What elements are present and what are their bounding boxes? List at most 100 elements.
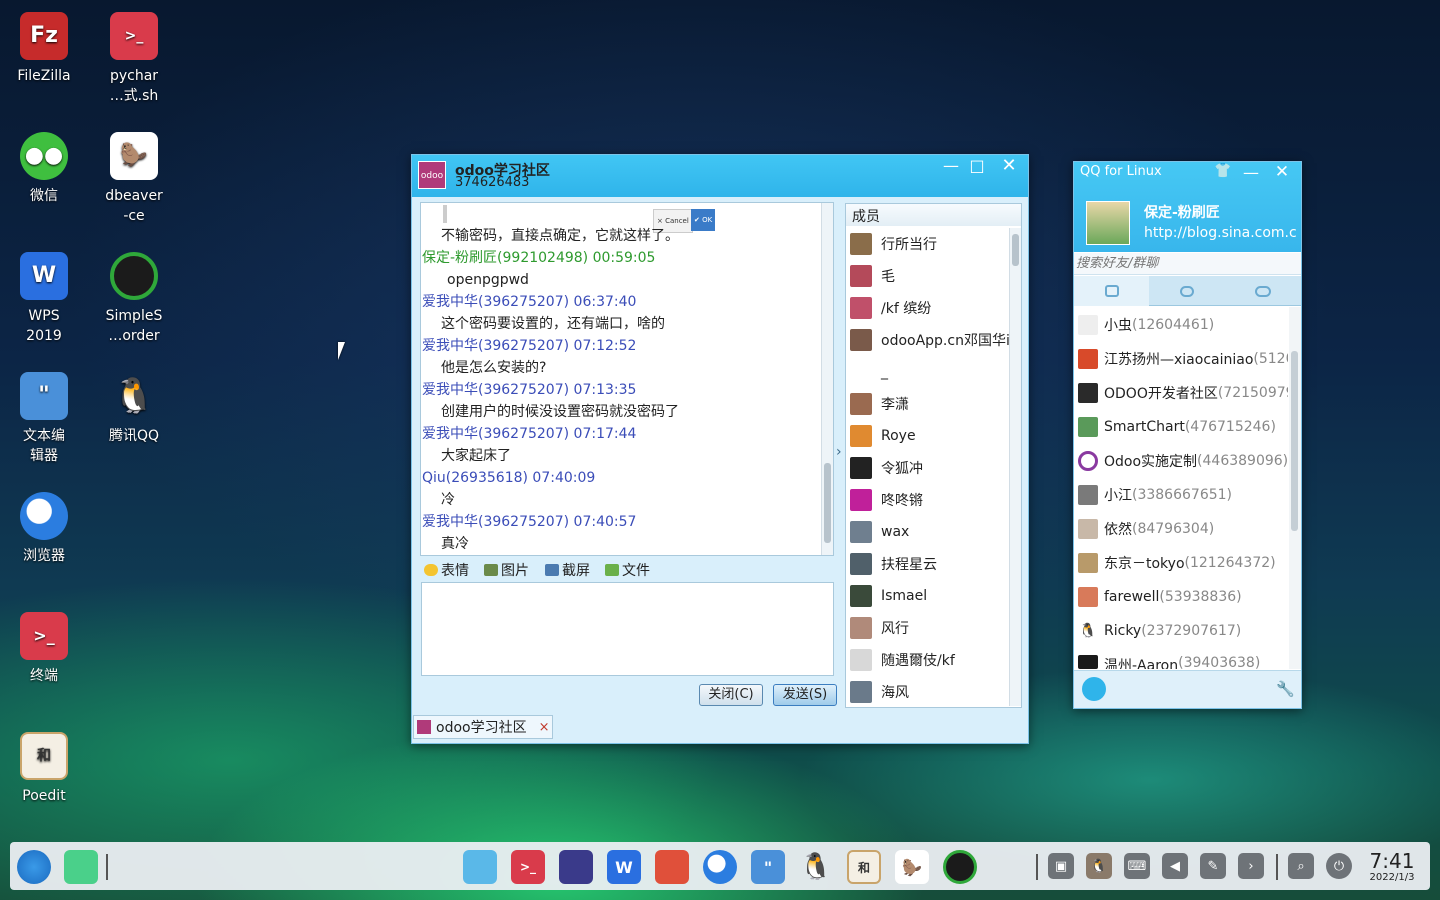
clock-date[interactable]: 2022/1/3 (1366, 872, 1418, 883)
qq-minimize-button[interactable]: — (1240, 163, 1262, 182)
search-icon[interactable]: ⌕ (1288, 853, 1314, 879)
member-item[interactable]: 海风 (850, 677, 1010, 707)
desktop-icon-simplescreenrecorder[interactable]: SimpleS …order (92, 252, 176, 346)
poedit-icon[interactable]: 和 (847, 850, 881, 884)
expand-tray-icon[interactable]: › (1238, 853, 1264, 879)
start-menu-button[interactable] (17, 850, 51, 884)
member-list-scrollbar[interactable] (1009, 228, 1021, 706)
screenshot-button[interactable]: 截屏 (545, 560, 590, 580)
tab-groups[interactable] (1149, 276, 1224, 306)
friend-item[interactable]: 🐧 Ricky (2372907617) (1078, 615, 1288, 647)
keyboard-tray-icon[interactable]: ⌨ (1124, 853, 1150, 879)
friend-item[interactable]: 江苏扬州—xiaocainiao(51201 (1078, 343, 1288, 375)
friend-item[interactable]: 东京－tokyo (121264372) (1078, 547, 1288, 579)
member-item[interactable]: /kf 缤纷 (850, 293, 1010, 323)
desktop-icon-poedit[interactable]: 和 Poedit (2, 732, 86, 806)
friend-item[interactable]: ODOO开发者社区(721509792 (1078, 377, 1288, 409)
image-button[interactable]: 图片 (484, 560, 529, 580)
browser-icon[interactable] (703, 850, 737, 884)
file-manager-icon[interactable] (463, 850, 497, 884)
clock-time[interactable]: 7:41 (1366, 849, 1418, 873)
member-item[interactable]: 咚咚锵 (850, 485, 1010, 515)
member-item[interactable]: Roye (850, 421, 1010, 451)
smiley-icon (424, 564, 438, 576)
close-chat-button[interactable]: 关闭(C) (699, 684, 763, 706)
message-header: 爱我中华(396275207) 06:37:40 (422, 294, 637, 310)
text-editor-icon: " (20, 372, 68, 420)
member-item[interactable]: 行所当行 (850, 229, 1010, 259)
maximize-button[interactable]: □ (966, 156, 988, 175)
close-window-button[interactable]: ✕ (998, 155, 1020, 176)
qq-penguin-icon[interactable]: 🐧 (799, 850, 833, 884)
terminal-icon[interactable]: >_ (511, 850, 545, 884)
desktop-icon-browser[interactable]: 浏览器 (2, 492, 86, 566)
desktop-icon-qq[interactable]: 🐧 腾讯QQ (92, 372, 176, 446)
friend-item[interactable]: Odoo实施定制 (446389096) (1078, 445, 1288, 477)
friend-item[interactable]: 小江 (3386667651) (1078, 479, 1288, 511)
user-avatar[interactable] (1086, 201, 1130, 245)
chat-tab[interactable]: odoo学习社区 × (413, 715, 553, 739)
tab-contacts[interactable] (1074, 276, 1149, 306)
tab-close-button[interactable]: × (539, 720, 550, 735)
desktop-icon-wechat[interactable]: ●● 微信 (2, 132, 86, 206)
collapse-members-arrow[interactable]: › (836, 444, 842, 460)
member-item[interactable]: 令狐冲 (850, 453, 1010, 483)
desktop-icon-pycharm-script[interactable]: >_ pychar …式.sh (92, 12, 176, 106)
chat-message-log[interactable]: × Cancel ✔ OK 不输密码，直接点确定，它就这样了。 保定-粉刷匠(9… (420, 202, 834, 556)
member-item[interactable]: 风行 (850, 613, 1010, 643)
user-nickname: 保定-粉刷匠 (1144, 205, 1220, 221)
show-desktop-button[interactable] (64, 850, 98, 884)
send-button[interactable]: 发送(S) (773, 684, 837, 706)
member-item[interactable]: wax (850, 517, 1010, 547)
friend-search-input[interactable] (1074, 253, 1301, 275)
settings-wrench-icon[interactable]: 🔧 (1276, 680, 1295, 698)
member-item[interactable]: Ismael (850, 581, 1010, 611)
text-editor-icon[interactable]: " (751, 850, 785, 884)
emoji-button[interactable]: 表情 (424, 560, 469, 580)
pen-tray-icon[interactable]: ✎ (1200, 853, 1226, 879)
dbeaver-icon[interactable]: 🦫 (895, 850, 929, 884)
desktop-icon-label: 浏览器 (23, 548, 65, 564)
desktop-icon-text-editor[interactable]: " 文本编 辑器 (2, 372, 86, 466)
power-icon[interactable]: ⏻ (1326, 853, 1352, 879)
screen-recorder-icon[interactable] (943, 850, 977, 884)
friend-item[interactable]: SmartChart (476715246) (1078, 411, 1288, 443)
desktop-icon-filezilla[interactable]: Fz FileZilla (2, 12, 86, 86)
friend-item[interactable]: 小虫 (12604461) (1078, 309, 1288, 341)
file-button[interactable]: 文件 (605, 560, 650, 580)
qq-close-button[interactable]: ✕ (1271, 162, 1293, 182)
camera-tray-icon[interactable]: ▣ (1048, 853, 1074, 879)
video-recorder-icon[interactable] (655, 850, 689, 884)
member-item[interactable]: odooApp.cn邓国华i (850, 325, 1010, 355)
member-item[interactable]: _ (850, 357, 1010, 387)
member-avatar (850, 617, 872, 639)
qq-tray-icon[interactable]: 🐧 (1086, 853, 1112, 879)
friend-item[interactable]: 依然 (84796304) (1078, 513, 1288, 545)
friend-list-scrollbar[interactable] (1289, 307, 1301, 669)
member-item[interactable]: 李潇 (850, 389, 1010, 419)
volume-tray-icon[interactable]: ◀ (1162, 853, 1188, 879)
minimize-button[interactable]: — (940, 156, 962, 175)
main-menu-button[interactable] (1082, 677, 1106, 701)
desktop-icon-wps[interactable]: W WPS 2019 (2, 252, 86, 346)
taskbar-divider (106, 854, 108, 880)
desktop-icon-label: WPS 2019 (26, 308, 62, 344)
member-avatar (850, 233, 872, 255)
desktop-icon-dbeaver[interactable]: 🦫 dbeaver -ce (92, 132, 176, 226)
message-input[interactable] (421, 582, 834, 676)
member-item[interactable]: 随遇爾伎/kf (850, 645, 1010, 675)
user-signature[interactable]: http://blog.sina.com.c (1144, 225, 1300, 241)
member-item[interactable]: 毛 (850, 261, 1010, 291)
desktop-icon-label: FileZilla (17, 68, 71, 84)
member-item[interactable]: 扶程星云 (850, 549, 1010, 579)
picture-icon (484, 564, 498, 576)
wps-icon[interactable]: W (607, 850, 641, 884)
tab-recent[interactable] (1224, 276, 1301, 306)
skin-button[interactable]: 👕 (1212, 163, 1234, 179)
friend-item[interactable]: 温州-Aaron (39403638) (1078, 649, 1288, 669)
friend-item[interactable]: farewell (53938836) (1078, 581, 1288, 613)
chat-bubble-icon (1179, 285, 1194, 297)
desktop-icon-terminal[interactable]: >_ 终端 (2, 612, 86, 686)
system-monitor-icon[interactable] (559, 850, 593, 884)
chat-log-scrollbar[interactable] (821, 203, 833, 555)
